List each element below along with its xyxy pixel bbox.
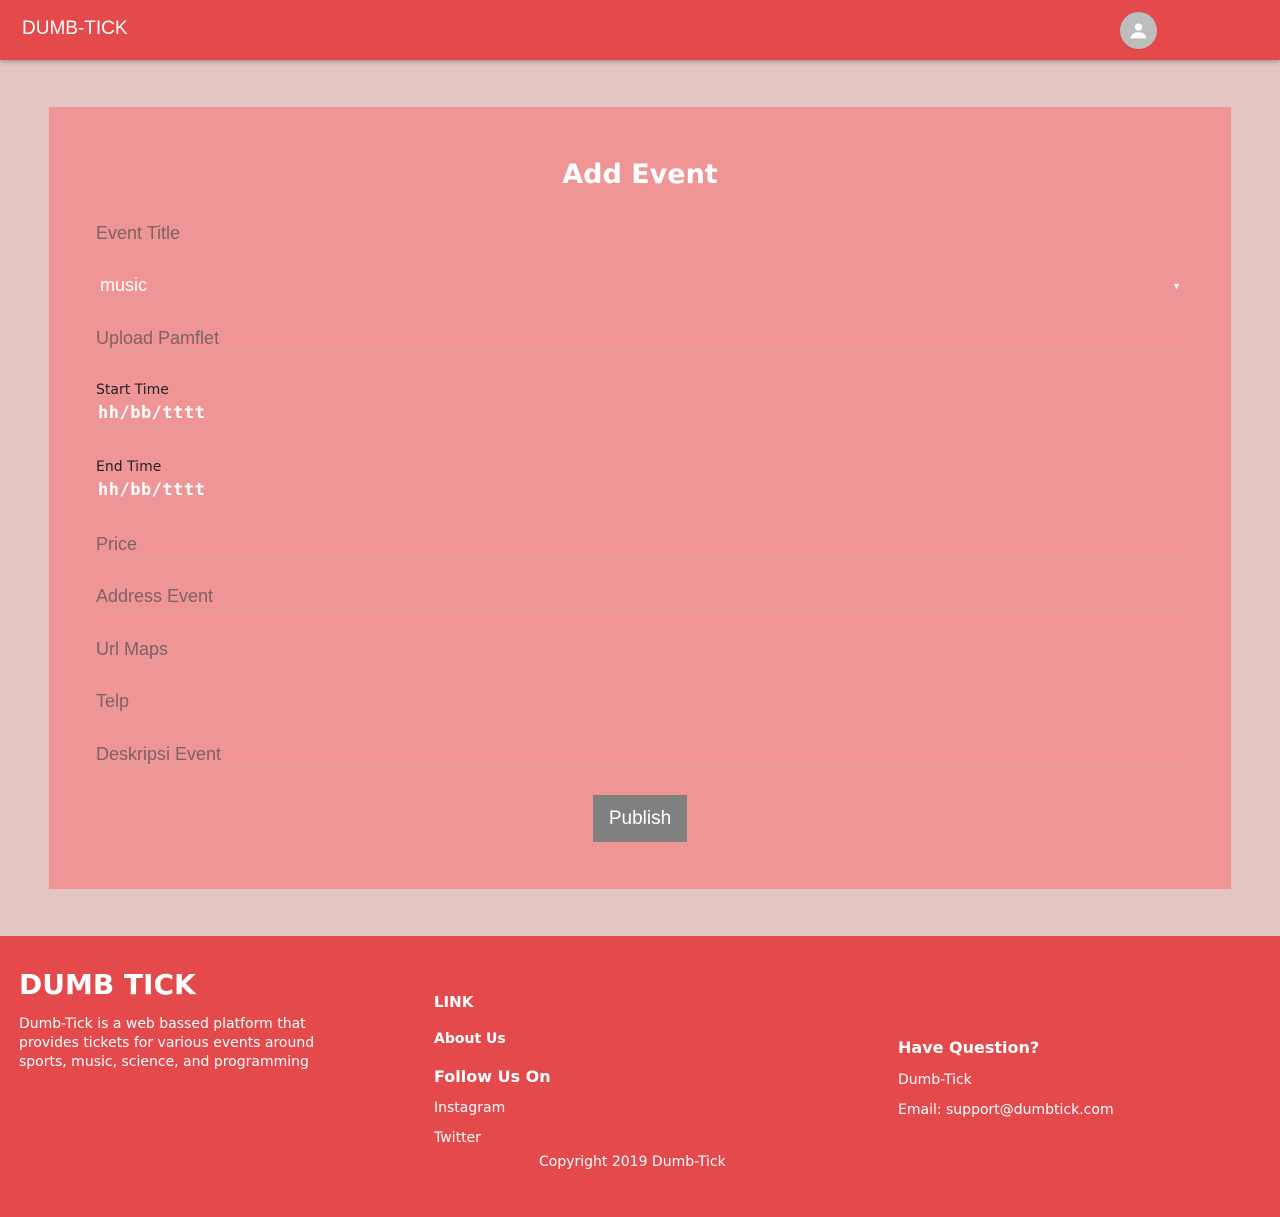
app-bar: DUMB-TICK xyxy=(0,0,1280,60)
footer-brand: DUMB TICK xyxy=(19,968,196,1001)
telp-placeholder: Telp xyxy=(96,691,130,711)
start-time-underline xyxy=(96,427,1184,428)
about-us-link[interactable]: About Us xyxy=(434,1031,506,1047)
twitter-link[interactable]: Twitter xyxy=(434,1130,481,1146)
event-title-underline xyxy=(96,245,1184,246)
copyright: Copyright 2019 Dumb-Tick xyxy=(539,1154,726,1170)
url-maps-input[interactable] xyxy=(96,636,1184,662)
end-time-input[interactable]: hh/bb/tttt xyxy=(98,480,205,500)
company-name: Dumb-Tick xyxy=(898,1072,972,1088)
url-maps-placeholder: Url Maps xyxy=(96,639,169,659)
end-time-label: End Time xyxy=(96,459,162,475)
telp-underline xyxy=(96,713,1184,714)
description-placeholder: Deskripsi Event xyxy=(96,744,222,764)
price-placeholder: Price xyxy=(96,534,138,554)
price-input[interactable] xyxy=(96,531,1184,557)
account-circle-icon[interactable] xyxy=(1120,12,1157,49)
start-time-input[interactable]: hh/bb/tttt xyxy=(98,403,205,423)
publish-button[interactable]: Publish xyxy=(593,795,687,842)
upload-underline xyxy=(96,350,1184,351)
description-underline xyxy=(96,765,1184,766)
description-input[interactable] xyxy=(96,741,1184,767)
brand-logo[interactable]: DUMB-TICK xyxy=(22,18,128,40)
address-underline xyxy=(96,608,1184,609)
chevron-down-icon: ▼ xyxy=(1172,281,1181,291)
link-heading: LINK xyxy=(434,993,474,1011)
category-underline xyxy=(96,298,1184,299)
upload-pamflet-input[interactable] xyxy=(96,325,1184,351)
start-time-label: Start Time xyxy=(96,382,169,398)
upload-pamflet-placeholder: Upload Pamflet xyxy=(96,328,220,348)
have-question-heading: Have Question? xyxy=(898,1038,1040,1057)
support-email[interactable]: Email: support@dumbtick.com xyxy=(898,1102,1114,1118)
instagram-link[interactable]: Instagram xyxy=(434,1100,505,1116)
event-title-placeholder: Event Title xyxy=(96,223,181,243)
url-maps-underline xyxy=(96,660,1184,661)
end-time-underline xyxy=(96,504,1184,505)
category-select[interactable] xyxy=(96,267,1184,299)
footer-description: Dumb-Tick is a web bassed platform that … xyxy=(19,1016,315,1070)
category-select-value: music xyxy=(100,275,148,295)
footer: DUMB TICK Dumb-Tick is a web bassed plat… xyxy=(0,936,1280,1217)
price-underline xyxy=(96,556,1184,557)
address-placeholder: Address Event xyxy=(96,586,214,606)
telp-input[interactable] xyxy=(96,688,1184,714)
follow-us-heading: Follow Us On xyxy=(434,1067,551,1086)
add-event-card: Add Event Event Title music ▼ Upload Pam… xyxy=(49,107,1231,889)
address-input[interactable] xyxy=(96,583,1184,609)
event-title-input[interactable] xyxy=(96,220,1184,246)
form-title: Add Event xyxy=(562,159,718,190)
